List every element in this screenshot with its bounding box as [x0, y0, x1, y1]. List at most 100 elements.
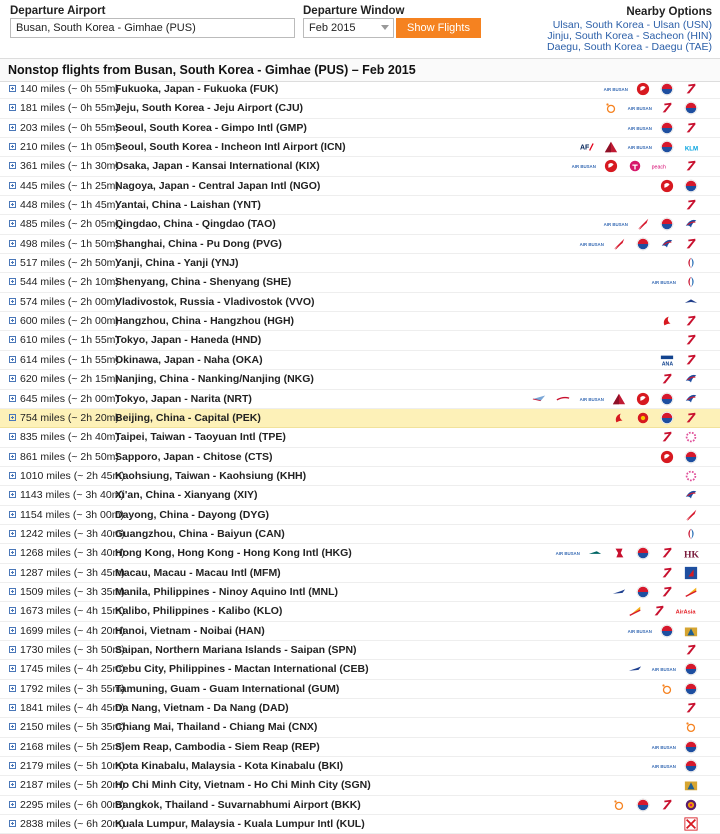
table-row[interactable]: 498 miles (~ 1h 50m) Shanghai, China - Pu…: [0, 235, 720, 255]
table-row[interactable]: 2187 miles (~ 5h 20m) Ho Chi Minh City, V…: [0, 776, 720, 796]
distance-duration: 614 miles (~ 1h 55m): [20, 353, 119, 366]
expand-icon[interactable]: [9, 336, 16, 344]
table-row[interactable]: 1509 miles (~ 3h 35m) Manila, Philippines…: [0, 583, 720, 603]
table-row[interactable]: 835 miles (~ 2h 40m) Taipei, Taiwan - Tao…: [0, 428, 720, 448]
table-row[interactable]: 448 miles (~ 1h 45m) Yantai, China - Lais…: [0, 196, 720, 216]
expand-icon[interactable]: [9, 607, 16, 615]
table-row[interactable]: 2838 miles (~ 6h 20m) Kuala Lumpur, Malay…: [0, 815, 720, 834]
table-row[interactable]: 2168 miles (~ 5h 25m) Siem Reap, Cambodia…: [0, 738, 720, 758]
table-row[interactable]: 614 miles (~ 1h 55m) Okinawa, Japan - Nah…: [0, 351, 720, 371]
expand-icon[interactable]: [9, 684, 16, 692]
expand-icon[interactable]: [9, 549, 16, 557]
expand-icon[interactable]: [9, 452, 16, 460]
departure-airport-input[interactable]: Busan, South Korea - Gimhae (PUS): [10, 18, 295, 38]
asiana-icon: [658, 429, 676, 445]
table-row[interactable]: 1242 miles (~ 3h 40m) Guangzhou, China - …: [0, 525, 720, 545]
expand-icon[interactable]: [9, 820, 16, 828]
table-row[interactable]: 1287 miles (~ 3h 45m) Macau, Macau - Maca…: [0, 564, 720, 583]
expand-icon[interactable]: [9, 297, 16, 305]
airline-logos: [682, 526, 700, 542]
table-row[interactable]: 485 miles (~ 2h 05m) Qingdao, China - Qin…: [0, 215, 720, 235]
airline-logos: AIR BUSAN: [578, 236, 700, 252]
table-row[interactable]: 445 miles (~ 1h 25m) Nagoya, Japan - Cent…: [0, 177, 720, 197]
table-row[interactable]: 2150 miles (~ 5h 35m) Chiang Mai, Thailan…: [0, 718, 720, 738]
expand-icon[interactable]: [9, 201, 16, 209]
table-row[interactable]: 361 miles (~ 1h 30m) Osaka, Japan - Kansa…: [0, 157, 720, 177]
expand-icon[interactable]: [9, 723, 16, 731]
expand-icon[interactable]: [9, 375, 16, 383]
expand-icon[interactable]: [9, 85, 16, 92]
expand-icon[interactable]: [9, 529, 16, 537]
expand-icon[interactable]: [9, 665, 16, 673]
expand-icon[interactable]: [9, 491, 16, 499]
expand-icon[interactable]: [9, 510, 16, 518]
expand-icon[interactable]: [9, 394, 16, 402]
table-row[interactable]: 574 miles (~ 2h 00m) Vladivostok, Russia …: [0, 293, 720, 313]
expand-icon[interactable]: [9, 471, 16, 479]
expand-icon[interactable]: [9, 762, 16, 770]
table-row[interactable]: 1673 miles (~ 4h 15m) Kalibo, Philippines…: [0, 602, 720, 622]
expand-icon[interactable]: [9, 800, 16, 808]
expand-icon[interactable]: [9, 781, 16, 789]
expand-icon[interactable]: [9, 704, 16, 711]
expand-icon[interactable]: [9, 742, 16, 750]
expand-icon[interactable]: [9, 568, 16, 576]
table-row[interactable]: 645 miles (~ 2h 00m) Tokyo, Japan - Narit…: [0, 390, 720, 409]
table-row[interactable]: 1699 miles (~ 4h 20m) Hanoi, Vietnam - No…: [0, 622, 720, 641]
table-row[interactable]: 600 miles (~ 2h 00m) Hangzhou, China - Ha…: [0, 312, 720, 332]
table-row[interactable]: 2179 miles (~ 5h 10m) Kota Kinabalu, Mala…: [0, 757, 720, 777]
expand-icon[interactable]: [9, 220, 16, 228]
expand-icon[interactable]: [9, 433, 16, 441]
table-row[interactable]: 1792 miles (~ 3h 55m) Tamuning, Guam - Gu…: [0, 680, 720, 699]
china-airlines-icon: [682, 429, 700, 445]
table-row[interactable]: 181 miles (~ 0h 55m) Jeju, South Korea - …: [0, 99, 720, 119]
table-row[interactable]: 544 miles (~ 2h 10m) Shenyang, China - Sh…: [0, 273, 720, 293]
table-row[interactable]: 1841 miles (~ 4h 45m) Da Nang, Vietnam - …: [0, 699, 720, 719]
expand-icon[interactable]: [9, 317, 16, 325]
expand-icon[interactable]: [9, 355, 16, 363]
dragonair-icon: [610, 545, 628, 561]
destination-name: Dayong, China - Dayong (DYG): [115, 508, 270, 521]
departure-window-select[interactable]: Feb 2015: [303, 18, 394, 38]
table-row[interactable]: 610 miles (~ 1h 55m) Tokyo, Japan - Haned…: [0, 331, 720, 351]
svg-text:peach: peach: [652, 165, 666, 171]
table-row[interactable]: 140 miles (~ 0h 55m) Fukuoka, Japan - Fuk…: [0, 80, 720, 100]
airline-logos: AIR BUSAN: [650, 274, 700, 290]
destination-name: Seoul, South Korea - Incheon Intl Airpor…: [115, 141, 346, 154]
expand-icon[interactable]: [9, 278, 16, 286]
asiana-icon: [682, 332, 700, 348]
distance-duration: 544 miles (~ 2h 10m): [20, 276, 119, 289]
distance-duration: 448 miles (~ 1h 45m): [20, 199, 119, 212]
expand-icon[interactable]: [9, 626, 16, 634]
expand-icon[interactable]: [9, 123, 16, 131]
expand-icon[interactable]: [9, 181, 16, 189]
expand-icon[interactable]: [9, 143, 16, 151]
expand-icon[interactable]: [9, 587, 16, 595]
airline-logos: [658, 313, 700, 329]
table-row[interactable]: 620 miles (~ 2h 15m) Nanjing, China - Nan…: [0, 370, 720, 390]
expand-icon[interactable]: [9, 104, 16, 112]
asiana-icon: [682, 197, 700, 213]
table-row[interactable]: 1730 miles (~ 3h 50m) Saipan, Northern Ma…: [0, 641, 720, 661]
table-row[interactable]: 1010 miles (~ 2h 45m) Kaohsiung, Taiwan -…: [0, 467, 720, 487]
table-row[interactable]: 210 miles (~ 1h 05m) Seoul, South Korea -…: [0, 138, 720, 158]
expand-icon[interactable]: [9, 239, 16, 247]
table-row[interactable]: 754 miles (~ 2h 20m) Beijing, China - Cap…: [0, 408, 720, 429]
show-flights-button[interactable]: Show Flights: [396, 18, 481, 38]
table-row[interactable]: 517 miles (~ 2h 50m) Yanji, China - Yanji…: [0, 254, 720, 274]
table-row[interactable]: 1143 miles (~ 3h 40m) Xi'an, China - Xian…: [0, 486, 720, 506]
japan-airlines-icon: [658, 449, 676, 465]
expand-icon[interactable]: [9, 259, 16, 267]
table-row[interactable]: 1745 miles (~ 4h 25m) Cebu City, Philippi…: [0, 660, 720, 680]
expand-icon[interactable]: [9, 413, 16, 421]
table-row[interactable]: 2295 miles (~ 6h 00m) Bangkok, Thailand -…: [0, 796, 720, 816]
table-row[interactable]: 1154 miles (~ 3h 00m) Dayong, China - Day…: [0, 506, 720, 525]
nearby-link-tae[interactable]: Daegu, South Korea - Daegu (TAE): [547, 41, 712, 53]
expand-icon[interactable]: [9, 645, 16, 653]
delta-icon: [610, 391, 628, 407]
table-row[interactable]: 861 miles (~ 2h 50m) Sapporo, Japan - Chi…: [0, 448, 720, 467]
expand-icon[interactable]: [9, 162, 16, 170]
air-busan-icon: AIR BUSAN: [626, 100, 652, 116]
table-row[interactable]: 1268 miles (~ 3h 40m) Hong Kong, Hong Kon…: [0, 544, 720, 564]
table-row[interactable]: 203 miles (~ 0h 55m) Seoul, South Korea -…: [0, 119, 720, 139]
